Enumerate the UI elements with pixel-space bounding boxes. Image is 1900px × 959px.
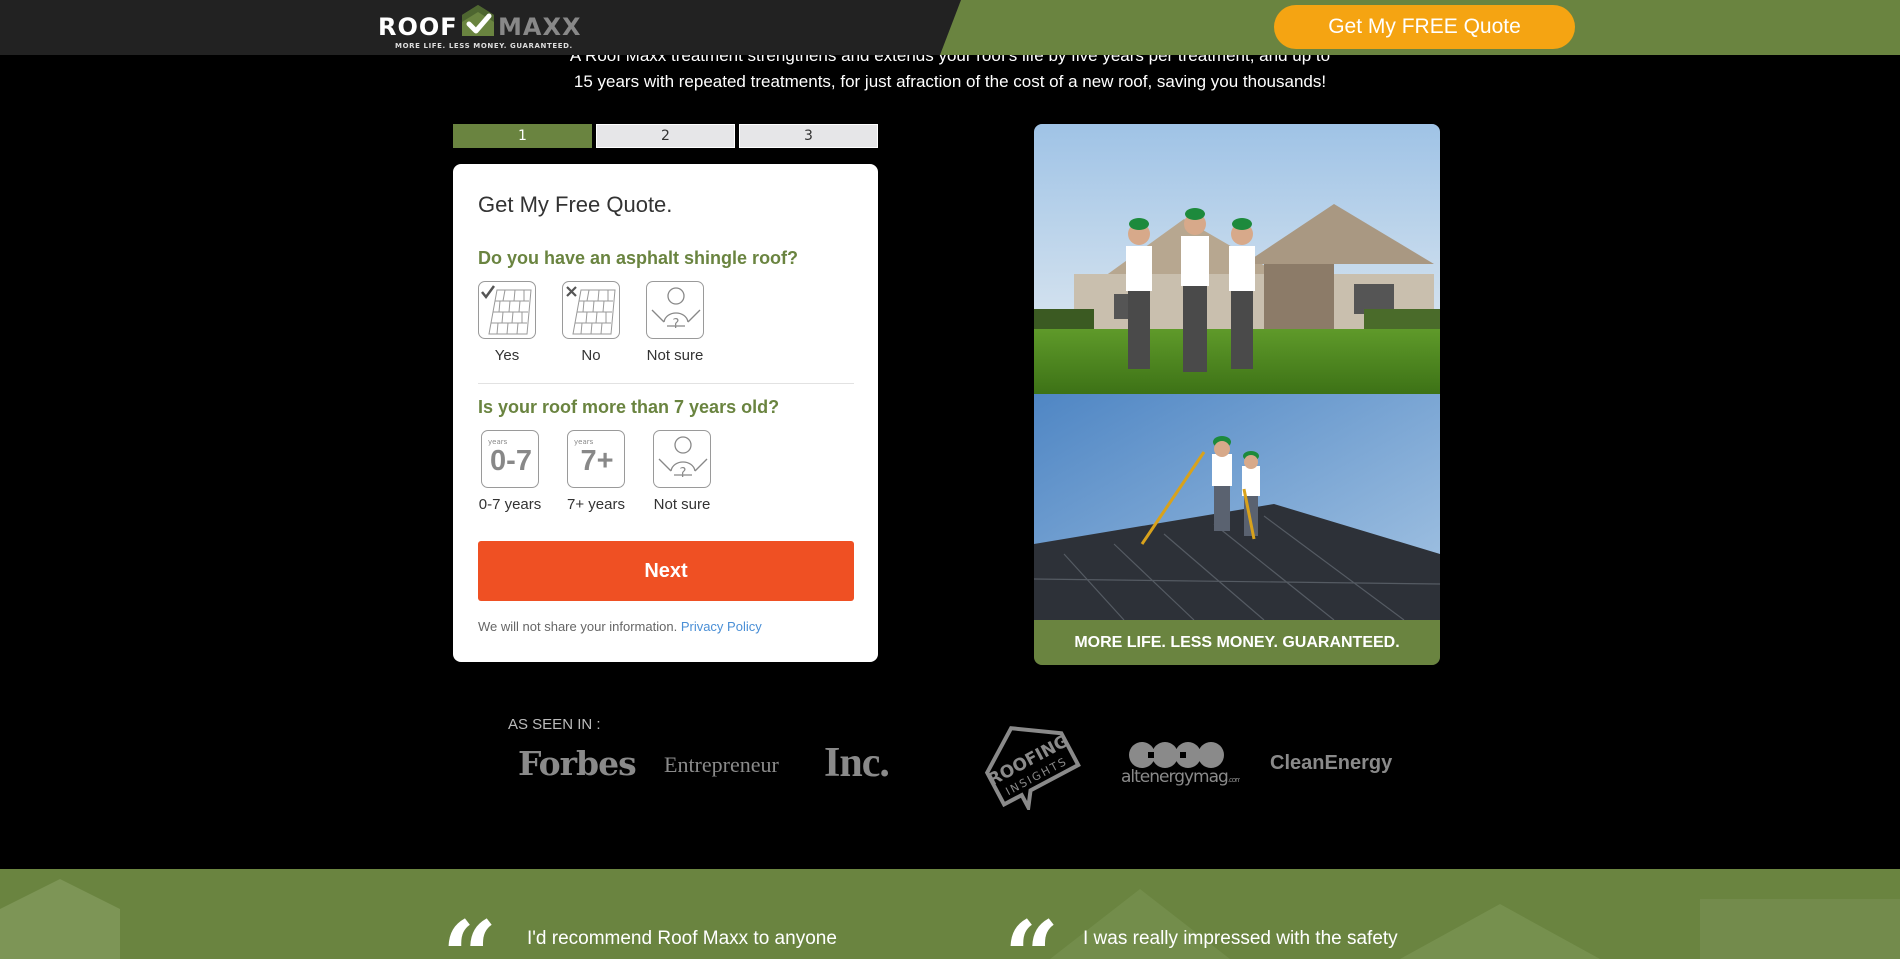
page: ROOF MAXX MORE LIFE. LESS MONEY. GUARANT… <box>0 0 1900 959</box>
option-0-7-years-label: 0-7 years <box>478 496 542 513</box>
step-1: 1 <box>453 124 592 148</box>
cleanenergy-logo: CleanEnergy <box>1270 752 1393 774</box>
option-7-plus-years[interactable]: years 7+ 7+ years <box>564 430 628 513</box>
get-free-quote-button[interactable]: Get My FREE Quote <box>1274 5 1575 49</box>
option-not-sure-roof-label: Not sure <box>646 347 704 364</box>
hero-photo-card: MORE LIFE. LESS MONEY. GUARANTEED. <box>1034 124 1440 665</box>
years-0-7-icon: years 0-7 <box>481 430 539 488</box>
house-check-logo-icon <box>462 5 494 36</box>
logo-word-maxx: MAXX <box>498 13 582 41</box>
question-roof-age: Is your roof more than 7 years old? <box>478 397 780 417</box>
testimonial-1-text: I'd recommend Roof Maxx to anyone <box>527 928 837 949</box>
form-title: Get My Free Quote. <box>478 192 673 217</box>
privacy-text: We will not share your information. <box>478 619 678 634</box>
option-7-plus-years-label: 7+ years <box>567 496 625 513</box>
house-background-image <box>0 869 1900 959</box>
quote-mark-icon: “ <box>1004 900 1060 959</box>
years-big-label: 7+ <box>580 445 614 477</box>
site-header: ROOF MAXX MORE LIFE. LESS MONEY. GUARANT… <box>0 0 1900 55</box>
svg-text:altenergymag.com: altenergymag.com <box>1121 767 1240 787</box>
roofing-insights-logo: ROOFING INSIGHTS <box>972 710 1084 814</box>
option-no-label: No <box>581 347 601 364</box>
shingle-check-icon <box>478 281 536 339</box>
logo-tagline: MORE LIFE. LESS MONEY. GUARANTEED. <box>395 42 573 50</box>
years-7-plus-icon: years 7+ <box>567 430 625 488</box>
logo-word-roof: ROOF <box>378 13 458 41</box>
shrug-person-icon: ? <box>653 430 711 488</box>
option-yes[interactable]: Yes <box>478 281 536 364</box>
form-progress-steps: 1 2 3 <box>453 124 878 148</box>
shrug-person-icon: ? <box>646 281 704 339</box>
option-not-sure-age-label: Not sure <box>653 496 711 513</box>
option-no[interactable]: No <box>562 281 620 364</box>
question-divider <box>478 383 854 384</box>
shingle-x-icon <box>562 281 620 339</box>
crew-on-roof-photo <box>1034 394 1440 620</box>
privacy-note: We will not share your information. Priv… <box>478 619 762 634</box>
option-not-sure-age[interactable]: ? Not sure <box>650 430 714 513</box>
option-yes-label: Yes <box>494 347 520 364</box>
next-button[interactable]: Next <box>478 541 854 601</box>
svg-text:?: ? <box>680 466 687 481</box>
entrepreneur-logo: Entrepreneur <box>664 752 779 777</box>
testimonial-2-text: I was really impressed with the safety <box>1083 928 1398 949</box>
option-not-sure-roof[interactable]: ? Not sure <box>646 281 704 364</box>
roof-maxx-logo[interactable]: ROOF MAXX MORE LIFE. LESS MONEY. GUARANT… <box>378 4 582 52</box>
photo-tagline-band: MORE LIFE. LESS MONEY. GUARANTEED. <box>1034 620 1440 665</box>
privacy-policy-link[interactable]: Privacy Policy <box>681 619 762 634</box>
quote-mark-icon: “ <box>442 900 498 959</box>
question-asphalt-shingle: Do you have an asphalt shingle roof? <box>478 248 799 268</box>
altenergymag-logo: altenergymag.com <box>1118 738 1243 788</box>
svg-text:?: ? <box>673 317 680 332</box>
testimonials-section: “ I'd recommend Roof Maxx to anyone “ I … <box>0 869 1900 959</box>
step-3: 3 <box>739 124 878 148</box>
step-2: 2 <box>596 124 735 148</box>
inc-logo: Inc. <box>824 740 890 786</box>
quote-form-card: Get My Free Quote. Do you have an asphal… <box>453 164 878 662</box>
intro-line-2: 15 years with repeated treatments, for j… <box>573 72 1327 91</box>
forbes-logo: Forbes <box>518 744 637 783</box>
crew-in-front-of-house-photo <box>1034 124 1440 394</box>
option-0-7-years[interactable]: years 0-7 0-7 years <box>478 430 542 513</box>
as-seen-in-label: AS SEEN IN : <box>508 716 601 733</box>
years-big-label: 0-7 <box>490 445 532 477</box>
